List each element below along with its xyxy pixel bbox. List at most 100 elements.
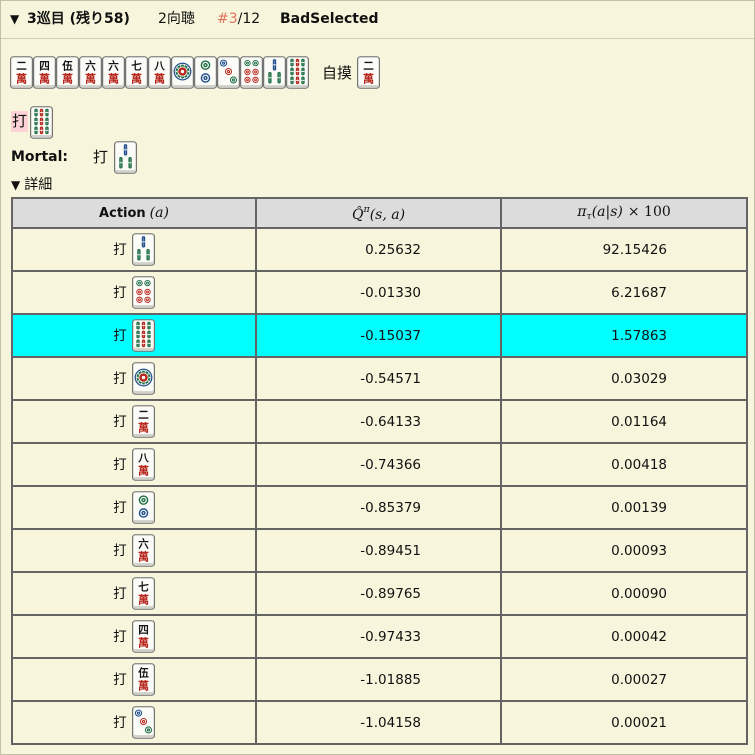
table-row: 打 0.25632 92.15426 xyxy=(11,227,748,272)
discard-label: 打 xyxy=(113,499,127,516)
tile-numeral: 伍 xyxy=(137,666,149,679)
tile-numeral: 四 xyxy=(39,60,50,72)
discard-label: 打 xyxy=(113,585,127,602)
discard-label: 打 xyxy=(113,284,127,301)
mortal-action: Mortal: 打 xyxy=(11,141,151,174)
action-cell: 打 xyxy=(11,356,257,401)
man-6-tile-icon: 六萬 xyxy=(102,56,125,89)
mortal-label: Mortal: xyxy=(11,149,68,165)
action-detail-table: Action (a) Q̂π(s, a) πτ(a|s) × 100 打 0.2563… xyxy=(11,197,748,745)
q-value-cell: -0.89451 xyxy=(255,528,502,573)
tile-numeral: 伍 xyxy=(61,59,73,72)
tile-numeral: 四 xyxy=(138,624,149,636)
turn-summary-header[interactable]: ▼ 3巡目 (残り58) 2向聴 #3/12 BadSelected xyxy=(1,1,754,39)
discard-label: 打 xyxy=(113,628,127,645)
discard-action: 打 xyxy=(13,233,255,266)
discard-action: 打 xyxy=(13,362,255,395)
man-8-tile-icon: 八萬 xyxy=(131,448,155,481)
pin-1-tile-icon xyxy=(171,56,194,89)
drawn-tile: 二萬 xyxy=(357,56,381,89)
table-row: 打 -1.04158 0.00021 xyxy=(11,700,748,745)
discard-label: 打 xyxy=(113,671,127,688)
man-7-tile-icon: 七萬 xyxy=(125,56,148,89)
discard-action: 打伍萬 xyxy=(13,663,255,696)
tile-suit-character: 萬 xyxy=(154,71,165,85)
man-2-tile-icon: 二萬 xyxy=(357,56,381,89)
sou-3-tile-icon xyxy=(114,141,137,174)
tile-suit-character: 萬 xyxy=(131,71,142,85)
tile-numeral: 八 xyxy=(137,452,149,464)
sou-3-tile-icon xyxy=(131,233,155,266)
tile-suit-character: 萬 xyxy=(62,71,73,85)
hand-tiles: 二萬四萬伍萬六萬六萬七萬八萬 xyxy=(10,56,309,89)
action-cell: 打伍萬 xyxy=(11,657,257,702)
pin-3-tile-icon xyxy=(217,56,240,89)
discard-action: 打二萬 xyxy=(13,405,255,438)
man-6-tile-icon: 六萬 xyxy=(131,534,155,567)
man-4-tile-icon: 四萬 xyxy=(33,56,56,89)
q-header-symbol: Q̂ xyxy=(351,206,364,223)
table-row: 打二萬 -0.64133 0.01164 xyxy=(11,399,748,444)
tile-numeral: 二 xyxy=(363,60,374,72)
mortal-discard-label: 打 xyxy=(93,148,109,166)
action-cell: 打 xyxy=(11,313,257,358)
table-row: 打 -0.54571 0.03029 xyxy=(11,356,748,401)
pin-2-tile-icon xyxy=(131,491,155,524)
player-action: 打 xyxy=(11,106,71,139)
discard-action: 打 xyxy=(13,706,255,739)
table-row-selected: 打 -0.15037 1.57863 xyxy=(11,313,748,358)
discard-action: 打六萬 xyxy=(13,534,255,567)
action-header-variable: (a) xyxy=(149,205,169,221)
man-5-tile-icon: 伍萬 xyxy=(56,56,79,89)
q-header-arguments: (s, a) xyxy=(369,206,406,223)
column-header-q-value: Q̂π(s, a) xyxy=(255,197,502,229)
pin-6-tile-icon xyxy=(240,56,263,89)
tile-suit-character: 萬 xyxy=(85,71,96,85)
tile-suit-character: 萬 xyxy=(138,678,149,692)
player-discard-tile xyxy=(30,106,53,139)
tile-numeral: 二 xyxy=(138,409,149,421)
table-row: 打伍萬 -1.01885 0.00027 xyxy=(11,657,748,702)
discard-action: 打 xyxy=(13,319,255,352)
column-header-policy: πτ(a|s) × 100 xyxy=(500,197,748,229)
column-header-action: Action (a) xyxy=(11,197,257,229)
tile-suit-character: 萬 xyxy=(138,463,149,477)
sou-3-tile-icon xyxy=(263,56,286,89)
details-label: 詳細 xyxy=(24,177,53,193)
discard-action: 打八萬 xyxy=(13,448,255,481)
hand-row: 二萬四萬伍萬六萬六萬七萬八萬 自摸 二萬 xyxy=(10,56,381,89)
review-index-total: /12 xyxy=(237,11,261,27)
policy-value-cell: 0.00139 xyxy=(500,485,748,530)
policy-value-cell: 0.00418 xyxy=(500,442,748,487)
table-row: 打六萬 -0.89451 0.00093 xyxy=(11,528,748,573)
details-summary[interactable]: ▼ 詳細 xyxy=(11,175,52,194)
policy-value-cell: 0.00021 xyxy=(500,700,748,745)
discard-action: 打四萬 xyxy=(13,620,255,653)
action-cell: 打四萬 xyxy=(11,614,257,659)
policy-value-cell: 0.00042 xyxy=(500,614,748,659)
review-panel: ▼ 3巡目 (残り58) 2向聴 #3/12 BadSelected 二萬四萬伍… xyxy=(0,0,755,755)
action-cell: 打 xyxy=(11,270,257,315)
sou-9-tile-icon xyxy=(30,106,53,139)
policy-value-cell: 0.00090 xyxy=(500,571,748,616)
man-2-tile-icon: 二萬 xyxy=(131,405,155,438)
policy-value-cell: 0.03029 xyxy=(500,356,748,401)
tile-suit-character: 萬 xyxy=(138,635,149,649)
pin-2-tile-icon xyxy=(194,56,217,89)
table-row: 打四萬 -0.97433 0.00042 xyxy=(11,614,748,659)
sou-9-tile-icon xyxy=(286,56,309,89)
discard-label: 打 xyxy=(113,413,127,430)
action-cell: 打 xyxy=(11,227,257,272)
tile-numeral: 六 xyxy=(108,59,119,72)
discard-action: 打七萬 xyxy=(13,577,255,610)
tile-numeral: 六 xyxy=(85,59,96,72)
q-value-cell: -0.15037 xyxy=(255,313,502,358)
tile-numeral: 六 xyxy=(138,537,149,550)
mortal-discard-tile xyxy=(114,141,137,174)
tile-suit-character: 萬 xyxy=(138,420,149,434)
draw-label: 自摸 xyxy=(322,63,353,82)
policy-value-cell: 1.57863 xyxy=(500,313,748,358)
discard-label: 打 xyxy=(113,370,127,387)
table-row: 打 -0.01330 6.21687 xyxy=(11,270,748,315)
policy-value-cell: 92.15426 xyxy=(500,227,748,272)
